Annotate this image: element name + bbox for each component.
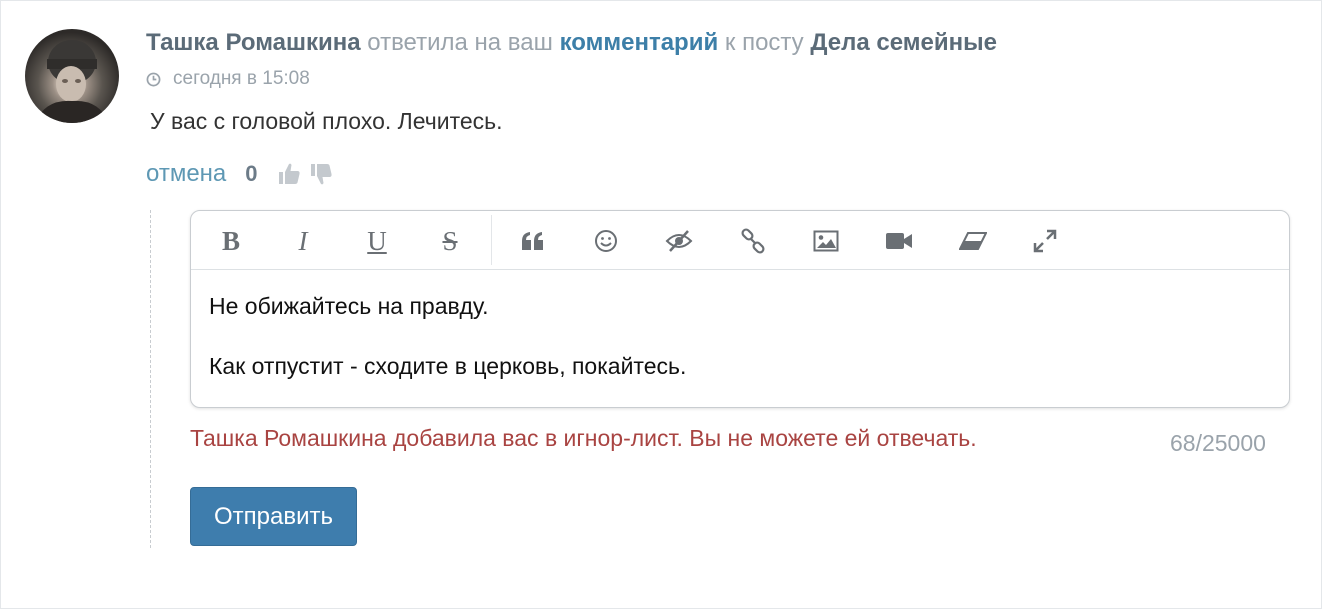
cancel-link[interactable]: отмена bbox=[146, 160, 226, 188]
editor-toolbar: B I U S bbox=[191, 211, 1289, 270]
avatar[interactable] bbox=[25, 29, 119, 123]
fullscreen-icon[interactable] bbox=[1029, 225, 1061, 257]
link-icon[interactable] bbox=[737, 225, 769, 257]
thumbs-up-icon[interactable] bbox=[277, 162, 301, 186]
thread-line bbox=[150, 210, 151, 548]
spoiler-icon[interactable] bbox=[663, 225, 695, 257]
author-name[interactable]: Ташка Ромашкина bbox=[146, 29, 361, 56]
post-prefix: к посту bbox=[724, 29, 804, 56]
image-icon[interactable] bbox=[810, 225, 842, 257]
send-button[interactable]: Отправить bbox=[190, 487, 357, 546]
vote-score: 0 bbox=[245, 161, 258, 186]
strikethrough-button[interactable]: S bbox=[434, 225, 466, 257]
italic-button[interactable]: I bbox=[287, 225, 319, 257]
bold-button[interactable]: B bbox=[215, 225, 247, 257]
thumbs-down-icon[interactable] bbox=[309, 162, 333, 186]
editor-line: Как отпустит - сходите в церковь, покайт… bbox=[209, 353, 687, 379]
notification-header: Ташка Ромашкина ответила на ваш коммента… bbox=[146, 29, 997, 57]
timestamp: сегодня в 15:08 bbox=[146, 67, 310, 91]
editor-line: Не обижайтесь на правду. bbox=[209, 293, 489, 319]
quote-icon[interactable] bbox=[517, 225, 549, 257]
eraser-icon[interactable] bbox=[957, 225, 989, 257]
char-counter: 68/25000 bbox=[1170, 430, 1266, 456]
comment-actions: отмена 0 bbox=[146, 159, 333, 189]
underline-button[interactable]: U bbox=[361, 225, 393, 257]
ignore-warning: Ташка Ромашкина добавила вас в игнор-лис… bbox=[190, 425, 977, 451]
post-title-link[interactable]: Дела семейные bbox=[810, 29, 997, 56]
smile-icon[interactable] bbox=[590, 225, 622, 257]
toolbar-divider bbox=[491, 215, 492, 265]
editor-content[interactable]: Не обижайтесь на правду. Как отпустит - … bbox=[209, 291, 686, 381]
comment-text: У вас с головой плохо. Лечитесь. bbox=[150, 108, 503, 134]
reply-editor[interactable]: B I U S Не обижайтесь на правду. Как отп… bbox=[190, 210, 1290, 408]
comment-link[interactable]: комментарий bbox=[560, 29, 719, 56]
timestamp-text: сегодня в 15:08 bbox=[173, 68, 310, 89]
action-text: ответила на ваш bbox=[367, 29, 553, 56]
video-icon[interactable] bbox=[883, 225, 915, 257]
clock-icon bbox=[146, 72, 161, 86]
